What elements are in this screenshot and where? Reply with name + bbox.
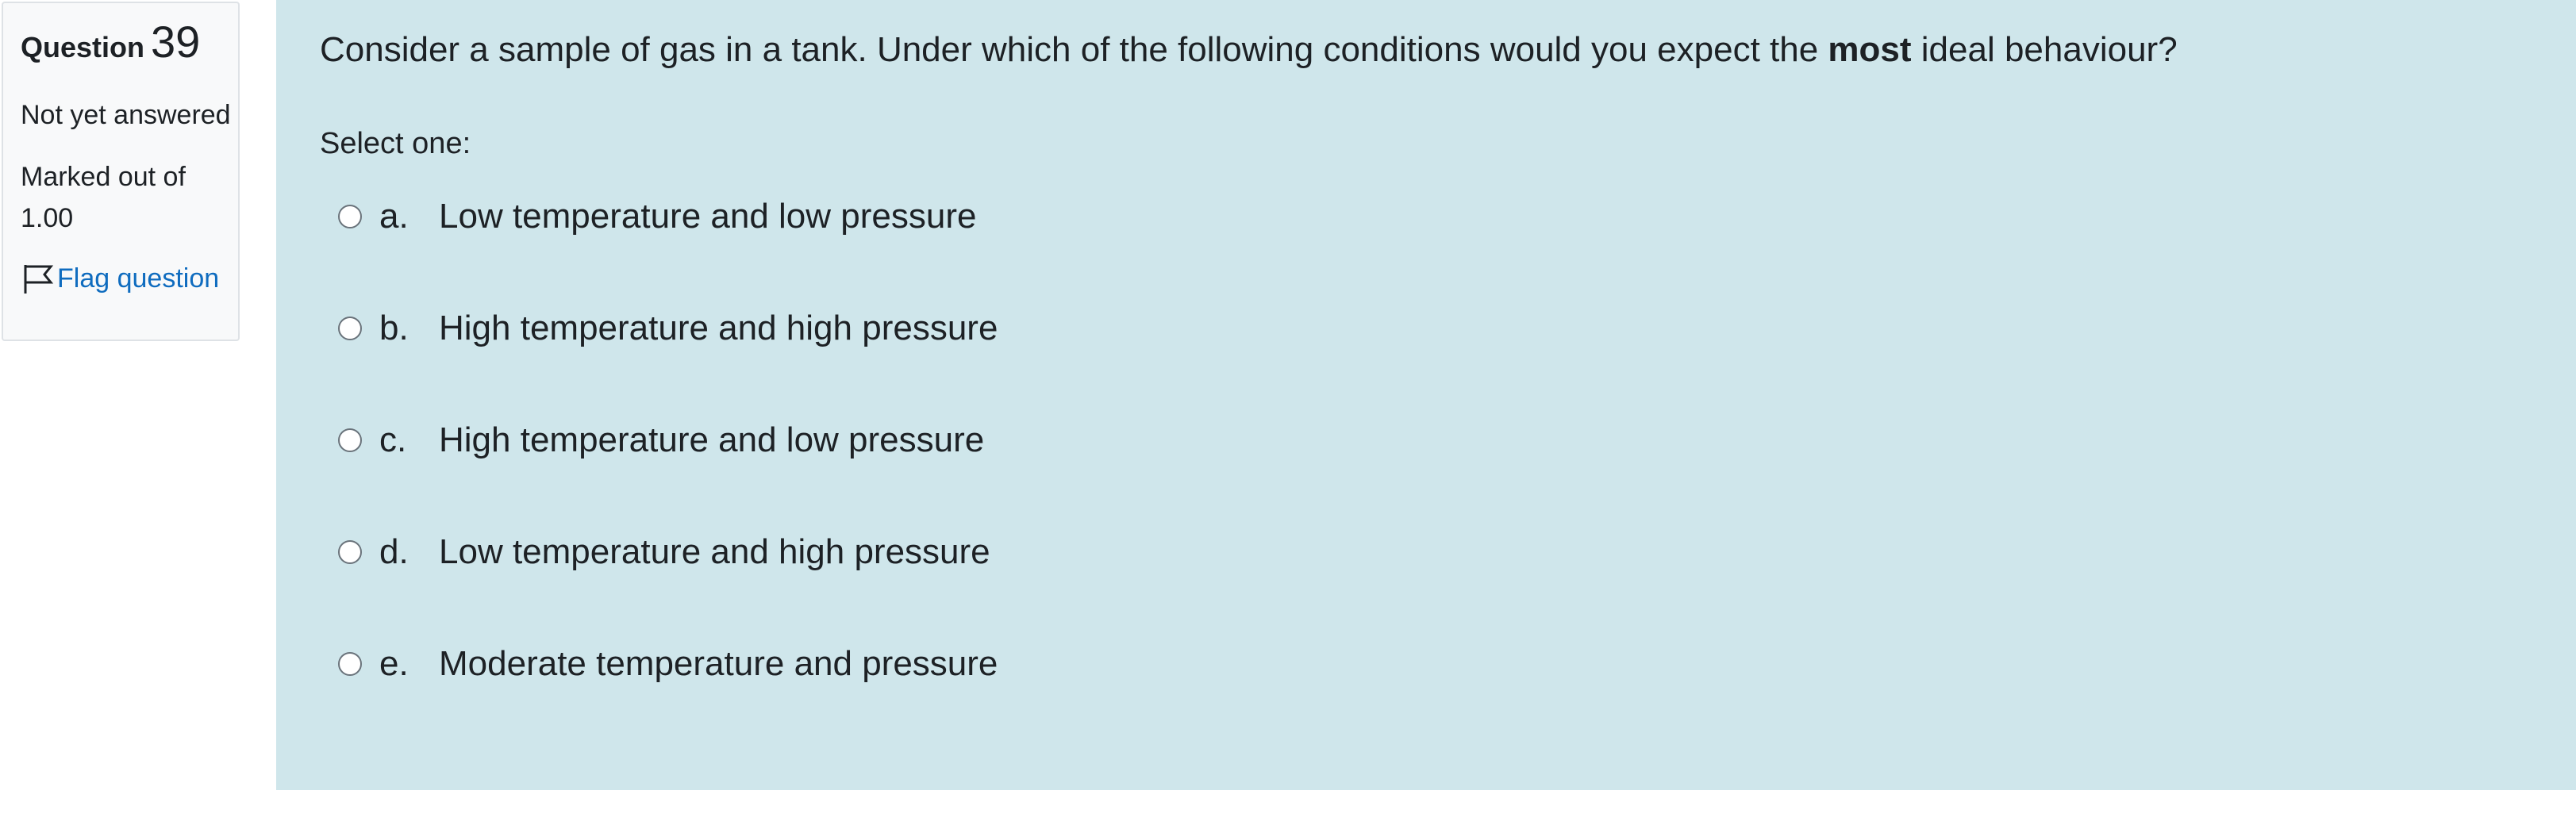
question-info-box: Question 39 Not yet answered Marked out o… bbox=[2, 2, 240, 341]
answer-text[interactable]: Moderate temperature and pressure bbox=[439, 644, 998, 684]
question-number-heading: Question 39 bbox=[21, 14, 238, 80]
question-state: Not yet answered bbox=[21, 100, 231, 130]
answer-prompt: Select one: bbox=[320, 127, 471, 160]
answer-letter: a. bbox=[379, 197, 409, 236]
answer-letter: c. bbox=[379, 420, 407, 459]
question-text-start: Consider a sample of gas in a tank. Unde… bbox=[320, 30, 1828, 69]
answer-text[interactable]: High temperature and low pressure bbox=[439, 420, 984, 460]
answer-letter: d. bbox=[379, 532, 409, 571]
answer-letter: b. bbox=[379, 309, 409, 347]
question-text: Consider a sample of gas in a tank. Unde… bbox=[320, 24, 2178, 76]
answer-option-b[interactable]: b. High temperature and high pressure bbox=[338, 301, 998, 356]
radio-button-c[interactable] bbox=[338, 428, 362, 452]
question-content-panel: Consider a sample of gas in a tank. Unde… bbox=[276, 0, 2576, 790]
answer-text[interactable]: Low temperature and high pressure bbox=[439, 532, 990, 572]
question-number: 39 bbox=[151, 17, 201, 67]
question-label: Question bbox=[21, 31, 145, 63]
flag-question-label[interactable]: Flag question bbox=[57, 259, 219, 297]
question-grade: Marked out of 1.00 bbox=[21, 162, 186, 233]
radio-button-a[interactable] bbox=[338, 205, 362, 228]
radio-button-e[interactable] bbox=[338, 652, 362, 676]
flag-question-link[interactable]: Flag question bbox=[21, 259, 238, 297]
radio-button-d[interactable] bbox=[338, 540, 362, 564]
answer-option-c[interactable]: c. High temperature and low pressure bbox=[338, 412, 998, 468]
answer-text[interactable]: Low temperature and low pressure bbox=[439, 197, 976, 236]
answer-list: a. Low temperature and low pressure b. H… bbox=[338, 189, 998, 748]
answer-option-d[interactable]: d. Low temperature and high pressure bbox=[338, 524, 998, 580]
answer-option-e[interactable]: e. Moderate temperature and pressure bbox=[338, 636, 998, 692]
answer-text[interactable]: High temperature and high pressure bbox=[439, 309, 998, 348]
flag-icon bbox=[21, 262, 54, 295]
radio-button-b[interactable] bbox=[338, 317, 362, 340]
answer-letter: e. bbox=[379, 644, 409, 683]
answer-option-a[interactable]: a. Low temperature and low pressure bbox=[338, 189, 998, 244]
question-text-end: ideal behaviour? bbox=[1911, 30, 2178, 69]
question-text-emphasis: most bbox=[1828, 30, 1912, 69]
